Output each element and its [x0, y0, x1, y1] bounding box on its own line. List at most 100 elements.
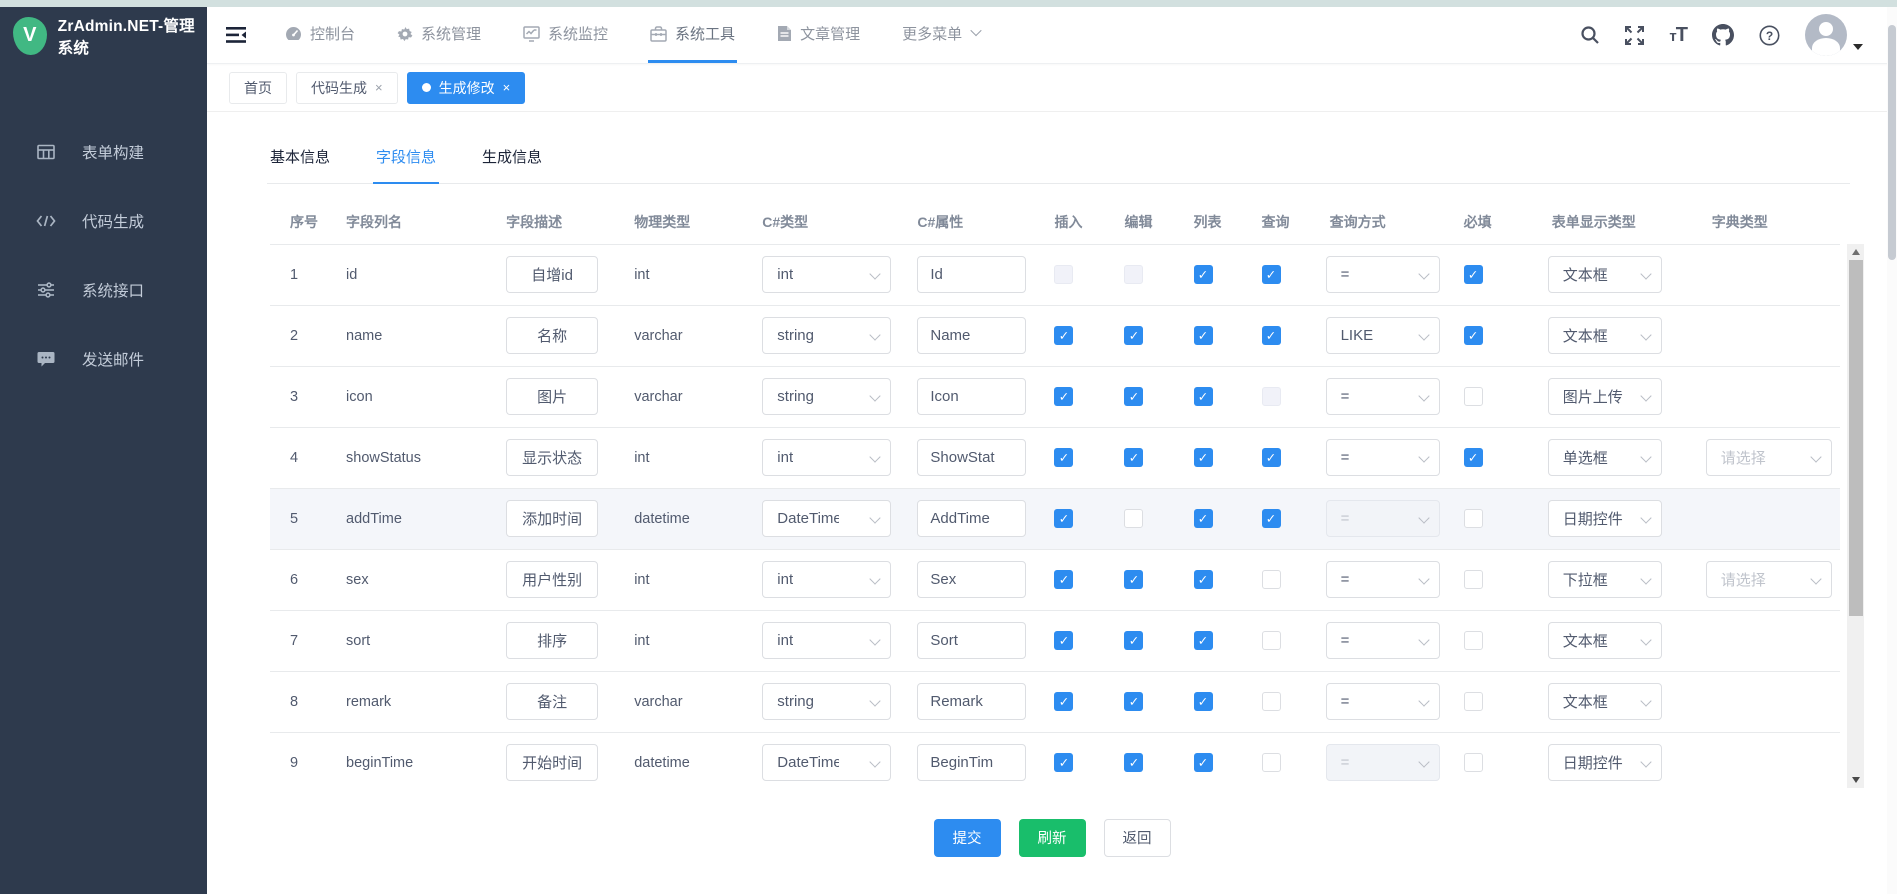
- query-checkbox[interactable]: [1262, 570, 1281, 589]
- query-checkbox[interactable]: [1262, 753, 1281, 772]
- description-input[interactable]: 排序: [506, 622, 598, 659]
- collapse-menu-icon[interactable]: [219, 18, 253, 52]
- edit-checkbox[interactable]: ✓: [1124, 631, 1143, 650]
- list-checkbox[interactable]: ✓: [1194, 509, 1213, 528]
- description-input[interactable]: 名称: [506, 317, 598, 354]
- insert-checkbox[interactable]: ✓: [1054, 448, 1073, 467]
- required-checkbox[interactable]: [1464, 509, 1483, 528]
- cs-property-input[interactable]: Remark: [917, 683, 1026, 720]
- insert-checkbox[interactable]: ✓: [1054, 326, 1073, 345]
- query-type-select[interactable]: =: [1326, 561, 1440, 598]
- back-button[interactable]: 返回: [1104, 819, 1171, 857]
- scroll-down-arrow[interactable]: [1847, 772, 1864, 788]
- cs-type-select[interactable]: DateTime: [762, 744, 891, 781]
- display-type-select[interactable]: 日期控件: [1548, 744, 1662, 781]
- cs-type-select[interactable]: string: [762, 317, 891, 354]
- tab-字段信息[interactable]: 字段信息: [373, 146, 439, 184]
- cs-type-select[interactable]: string: [762, 378, 891, 415]
- opened-tab-生成修改[interactable]: 生成修改×: [407, 72, 526, 104]
- sidebar-item-form-builder[interactable]: 表单构建: [0, 128, 207, 176]
- sidebar-item-code-gen[interactable]: 代码生成: [0, 197, 207, 245]
- edit-checkbox[interactable]: ✓: [1124, 692, 1143, 711]
- description-input[interactable]: 添加时间: [506, 500, 598, 537]
- query-type-select[interactable]: =: [1326, 439, 1440, 476]
- edit-checkbox[interactable]: [1124, 509, 1143, 528]
- insert-checkbox[interactable]: ✓: [1054, 753, 1073, 772]
- display-type-select[interactable]: 单选框: [1548, 439, 1662, 476]
- list-checkbox[interactable]: ✓: [1194, 692, 1213, 711]
- cs-type-select[interactable]: int: [762, 439, 891, 476]
- required-checkbox[interactable]: [1464, 387, 1483, 406]
- cs-type-select[interactable]: string: [762, 683, 891, 720]
- nav-item-系统管理[interactable]: 系统管理: [395, 7, 483, 63]
- dict-type-select[interactable]: 请选择: [1706, 561, 1832, 598]
- required-checkbox[interactable]: [1464, 753, 1483, 772]
- query-checkbox[interactable]: [1262, 631, 1281, 650]
- refresh-button[interactable]: 刷新: [1019, 819, 1086, 857]
- query-type-select[interactable]: =: [1326, 500, 1440, 537]
- search-icon[interactable]: [1580, 25, 1600, 45]
- description-input[interactable]: 图片: [506, 378, 598, 415]
- fullscreen-icon[interactable]: [1625, 26, 1644, 45]
- edit-checkbox[interactable]: ✓: [1124, 570, 1143, 589]
- list-checkbox[interactable]: ✓: [1194, 631, 1213, 650]
- query-type-select[interactable]: LIKE: [1326, 317, 1440, 354]
- query-checkbox[interactable]: ✓: [1262, 448, 1281, 467]
- page-scrollbar[interactable]: [1887, 7, 1897, 894]
- table-scrollbar[interactable]: [1847, 244, 1864, 788]
- required-checkbox[interactable]: [1464, 631, 1483, 650]
- edit-checkbox[interactable]: ✓: [1124, 387, 1143, 406]
- query-checkbox[interactable]: ✓: [1262, 326, 1281, 345]
- cs-property-input[interactable]: Sex: [917, 561, 1026, 598]
- description-input[interactable]: 显示状态: [506, 439, 598, 476]
- display-type-select[interactable]: 下拉框: [1548, 561, 1662, 598]
- display-type-select[interactable]: 文本框: [1548, 317, 1662, 354]
- nav-item-系统监控[interactable]: 系统监控: [521, 7, 610, 63]
- insert-checkbox[interactable]: ✓: [1054, 509, 1073, 528]
- list-checkbox[interactable]: ✓: [1194, 265, 1213, 284]
- cs-property-input[interactable]: ShowStat: [917, 439, 1026, 476]
- display-type-select[interactable]: 文本框: [1548, 256, 1662, 293]
- list-checkbox[interactable]: ✓: [1194, 326, 1213, 345]
- nav-item-控制台[interactable]: 控制台: [283, 7, 357, 63]
- cs-property-input[interactable]: Name: [917, 317, 1026, 354]
- sidebar-item-api[interactable]: 系统接口: [0, 266, 207, 314]
- display-type-select[interactable]: 日期控件: [1548, 500, 1662, 537]
- cs-property-input[interactable]: AddTime: [917, 500, 1026, 537]
- insert-checkbox[interactable]: ✓: [1054, 692, 1073, 711]
- nav-item-更多菜单[interactable]: 更多菜单: [900, 7, 982, 63]
- cs-property-input[interactable]: Icon: [917, 378, 1026, 415]
- help-icon[interactable]: ?: [1759, 25, 1780, 46]
- list-checkbox[interactable]: ✓: [1194, 448, 1213, 467]
- cs-type-select[interactable]: int: [762, 256, 891, 293]
- edit-checkbox[interactable]: [1124, 265, 1143, 284]
- user-menu[interactable]: [1805, 14, 1863, 56]
- description-input[interactable]: 开始时间: [506, 744, 598, 781]
- query-type-select[interactable]: =: [1326, 744, 1440, 781]
- query-checkbox[interactable]: [1262, 387, 1281, 406]
- edit-checkbox[interactable]: ✓: [1124, 326, 1143, 345]
- display-type-select[interactable]: 文本框: [1548, 683, 1662, 720]
- github-icon[interactable]: [1712, 24, 1734, 46]
- edit-checkbox[interactable]: ✓: [1124, 753, 1143, 772]
- display-type-select[interactable]: 文本框: [1548, 622, 1662, 659]
- close-icon[interactable]: ×: [503, 81, 511, 94]
- query-type-select[interactable]: =: [1326, 378, 1440, 415]
- tab-生成信息[interactable]: 生成信息: [479, 146, 545, 184]
- insert-checkbox[interactable]: ✓: [1054, 631, 1073, 650]
- sidebar-item-mail[interactable]: 发送邮件: [0, 335, 207, 383]
- required-checkbox[interactable]: ✓: [1464, 326, 1483, 345]
- cs-type-select[interactable]: int: [762, 622, 891, 659]
- description-input[interactable]: 备注: [506, 683, 598, 720]
- description-input[interactable]: 自增id: [506, 256, 598, 293]
- scrollbar-thumb[interactable]: [1849, 260, 1863, 616]
- cs-property-input[interactable]: Sort: [917, 622, 1026, 659]
- edit-checkbox[interactable]: ✓: [1124, 448, 1143, 467]
- query-checkbox[interactable]: [1262, 692, 1281, 711]
- insert-checkbox[interactable]: ✓: [1054, 570, 1073, 589]
- required-checkbox[interactable]: ✓: [1464, 448, 1483, 467]
- query-type-select[interactable]: =: [1326, 622, 1440, 659]
- list-checkbox[interactable]: ✓: [1194, 753, 1213, 772]
- required-checkbox[interactable]: ✓: [1464, 265, 1483, 284]
- nav-item-系统工具[interactable]: 系统工具: [648, 7, 737, 63]
